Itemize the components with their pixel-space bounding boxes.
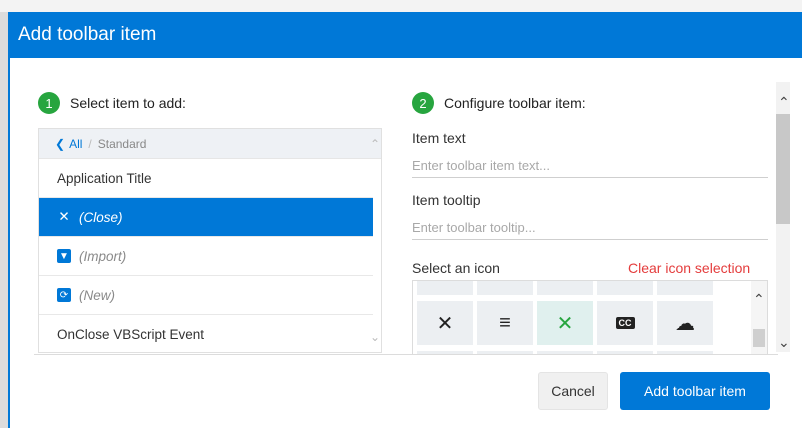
icon-cell[interactable] [597, 281, 653, 295]
list-item-label: OnClose VBScript Event [57, 327, 205, 342]
item-text-label: Item text [412, 130, 466, 146]
new-document-icon: ⟳ [57, 288, 71, 302]
list-item-label: Application Title [57, 170, 152, 186]
select-icon-label: Select an icon [412, 260, 500, 276]
closed-captions-icon[interactable]: CC [597, 301, 653, 345]
icon-cell[interactable] [417, 281, 473, 295]
icon-cell[interactable] [537, 281, 593, 295]
cloud-icon[interactable]: ☁ [657, 301, 713, 345]
step-1-header: 1 Select item to add: [38, 92, 186, 114]
list-item-application-title[interactable]: Application Title [39, 159, 373, 198]
item-text-input[interactable]: Enter toolbar item text... [412, 158, 768, 178]
breadcrumb-all-link[interactable]: All [69, 137, 82, 151]
chevron-up-icon[interactable]: ⌃ [370, 137, 380, 151]
list-item-new[interactable]: ⟳ (New) [39, 276, 373, 315]
list-item-onclose-event[interactable]: OnClose VBScript Event [39, 315, 373, 354]
step-2-badge: 2 [412, 92, 434, 114]
cancel-button[interactable]: Cancel [538, 372, 608, 410]
footer-divider [34, 354, 778, 355]
clear-icon-selection-link[interactable]: Clear icon selection [628, 260, 750, 276]
dialog-body: 1 Select item to add: ❮ All / Standard A… [10, 58, 802, 354]
chevron-up-icon[interactable]: ⌃ [778, 94, 790, 111]
dialog-footer: Cancel Add toolbar item [10, 354, 802, 428]
icon-picker: ✕ ≡ ✕ CC ☁ ⌃ [412, 280, 768, 354]
icon-cell[interactable] [477, 281, 533, 295]
chevron-left-icon[interactable]: ❮ [55, 137, 65, 151]
step-2-header: 2 Configure toolbar item: [412, 92, 586, 114]
icon-picker-scrollbar[interactable]: ⌃ [751, 281, 767, 354]
item-tooltip-label: Item tooltip [412, 192, 481, 208]
chevron-up-icon[interactable]: ⌃ [753, 291, 765, 308]
align-text-icon[interactable]: ≡ [477, 301, 533, 345]
scroll-thumb[interactable] [776, 114, 790, 224]
chevron-down-icon[interactable]: ⌄ [370, 330, 380, 344]
list-item-label: (Close) [79, 209, 123, 225]
list-item-close[interactable]: ✕ (Close) [39, 198, 373, 237]
import-icon: ▼ [57, 249, 71, 263]
close-icon[interactable]: ✕ [417, 301, 473, 345]
item-list: ❮ All / Standard Application Title ✕ (Cl… [38, 128, 382, 353]
add-toolbar-item-button[interactable]: Add toolbar item [620, 372, 770, 410]
close-icon: ✕ [58, 209, 70, 224]
config-panel-scrollbar[interactable] [776, 82, 790, 352]
list-item-import[interactable]: ▼ (Import) [39, 237, 373, 276]
step-1-badge: 1 [38, 92, 60, 114]
close-icon-selected[interactable]: ✕ [537, 301, 593, 345]
breadcrumb-separator: / [88, 136, 92, 151]
list-scrollbar[interactable]: ⌃ ⌄ [369, 129, 381, 352]
step-1-label: Select item to add: [70, 95, 186, 111]
step-2-label: Configure toolbar item: [444, 95, 586, 111]
chevron-down-icon[interactable]: ⌄ [778, 334, 790, 351]
scroll-thumb[interactable] [753, 329, 765, 347]
breadcrumb: ❮ All / Standard [39, 129, 381, 159]
breadcrumb-current: Standard [97, 136, 147, 151]
add-toolbar-item-dialog: Add toolbar item 1 Select item to add: ❮… [8, 12, 802, 428]
list-item-label: (Import) [79, 248, 127, 264]
item-tooltip-input[interactable]: Enter toolbar tooltip... [412, 220, 768, 240]
window-top-strip [0, 0, 802, 12]
icon-cell[interactable] [657, 281, 713, 295]
list-item-label: (New) [79, 287, 115, 303]
dialog-title: Add toolbar item [10, 12, 802, 58]
